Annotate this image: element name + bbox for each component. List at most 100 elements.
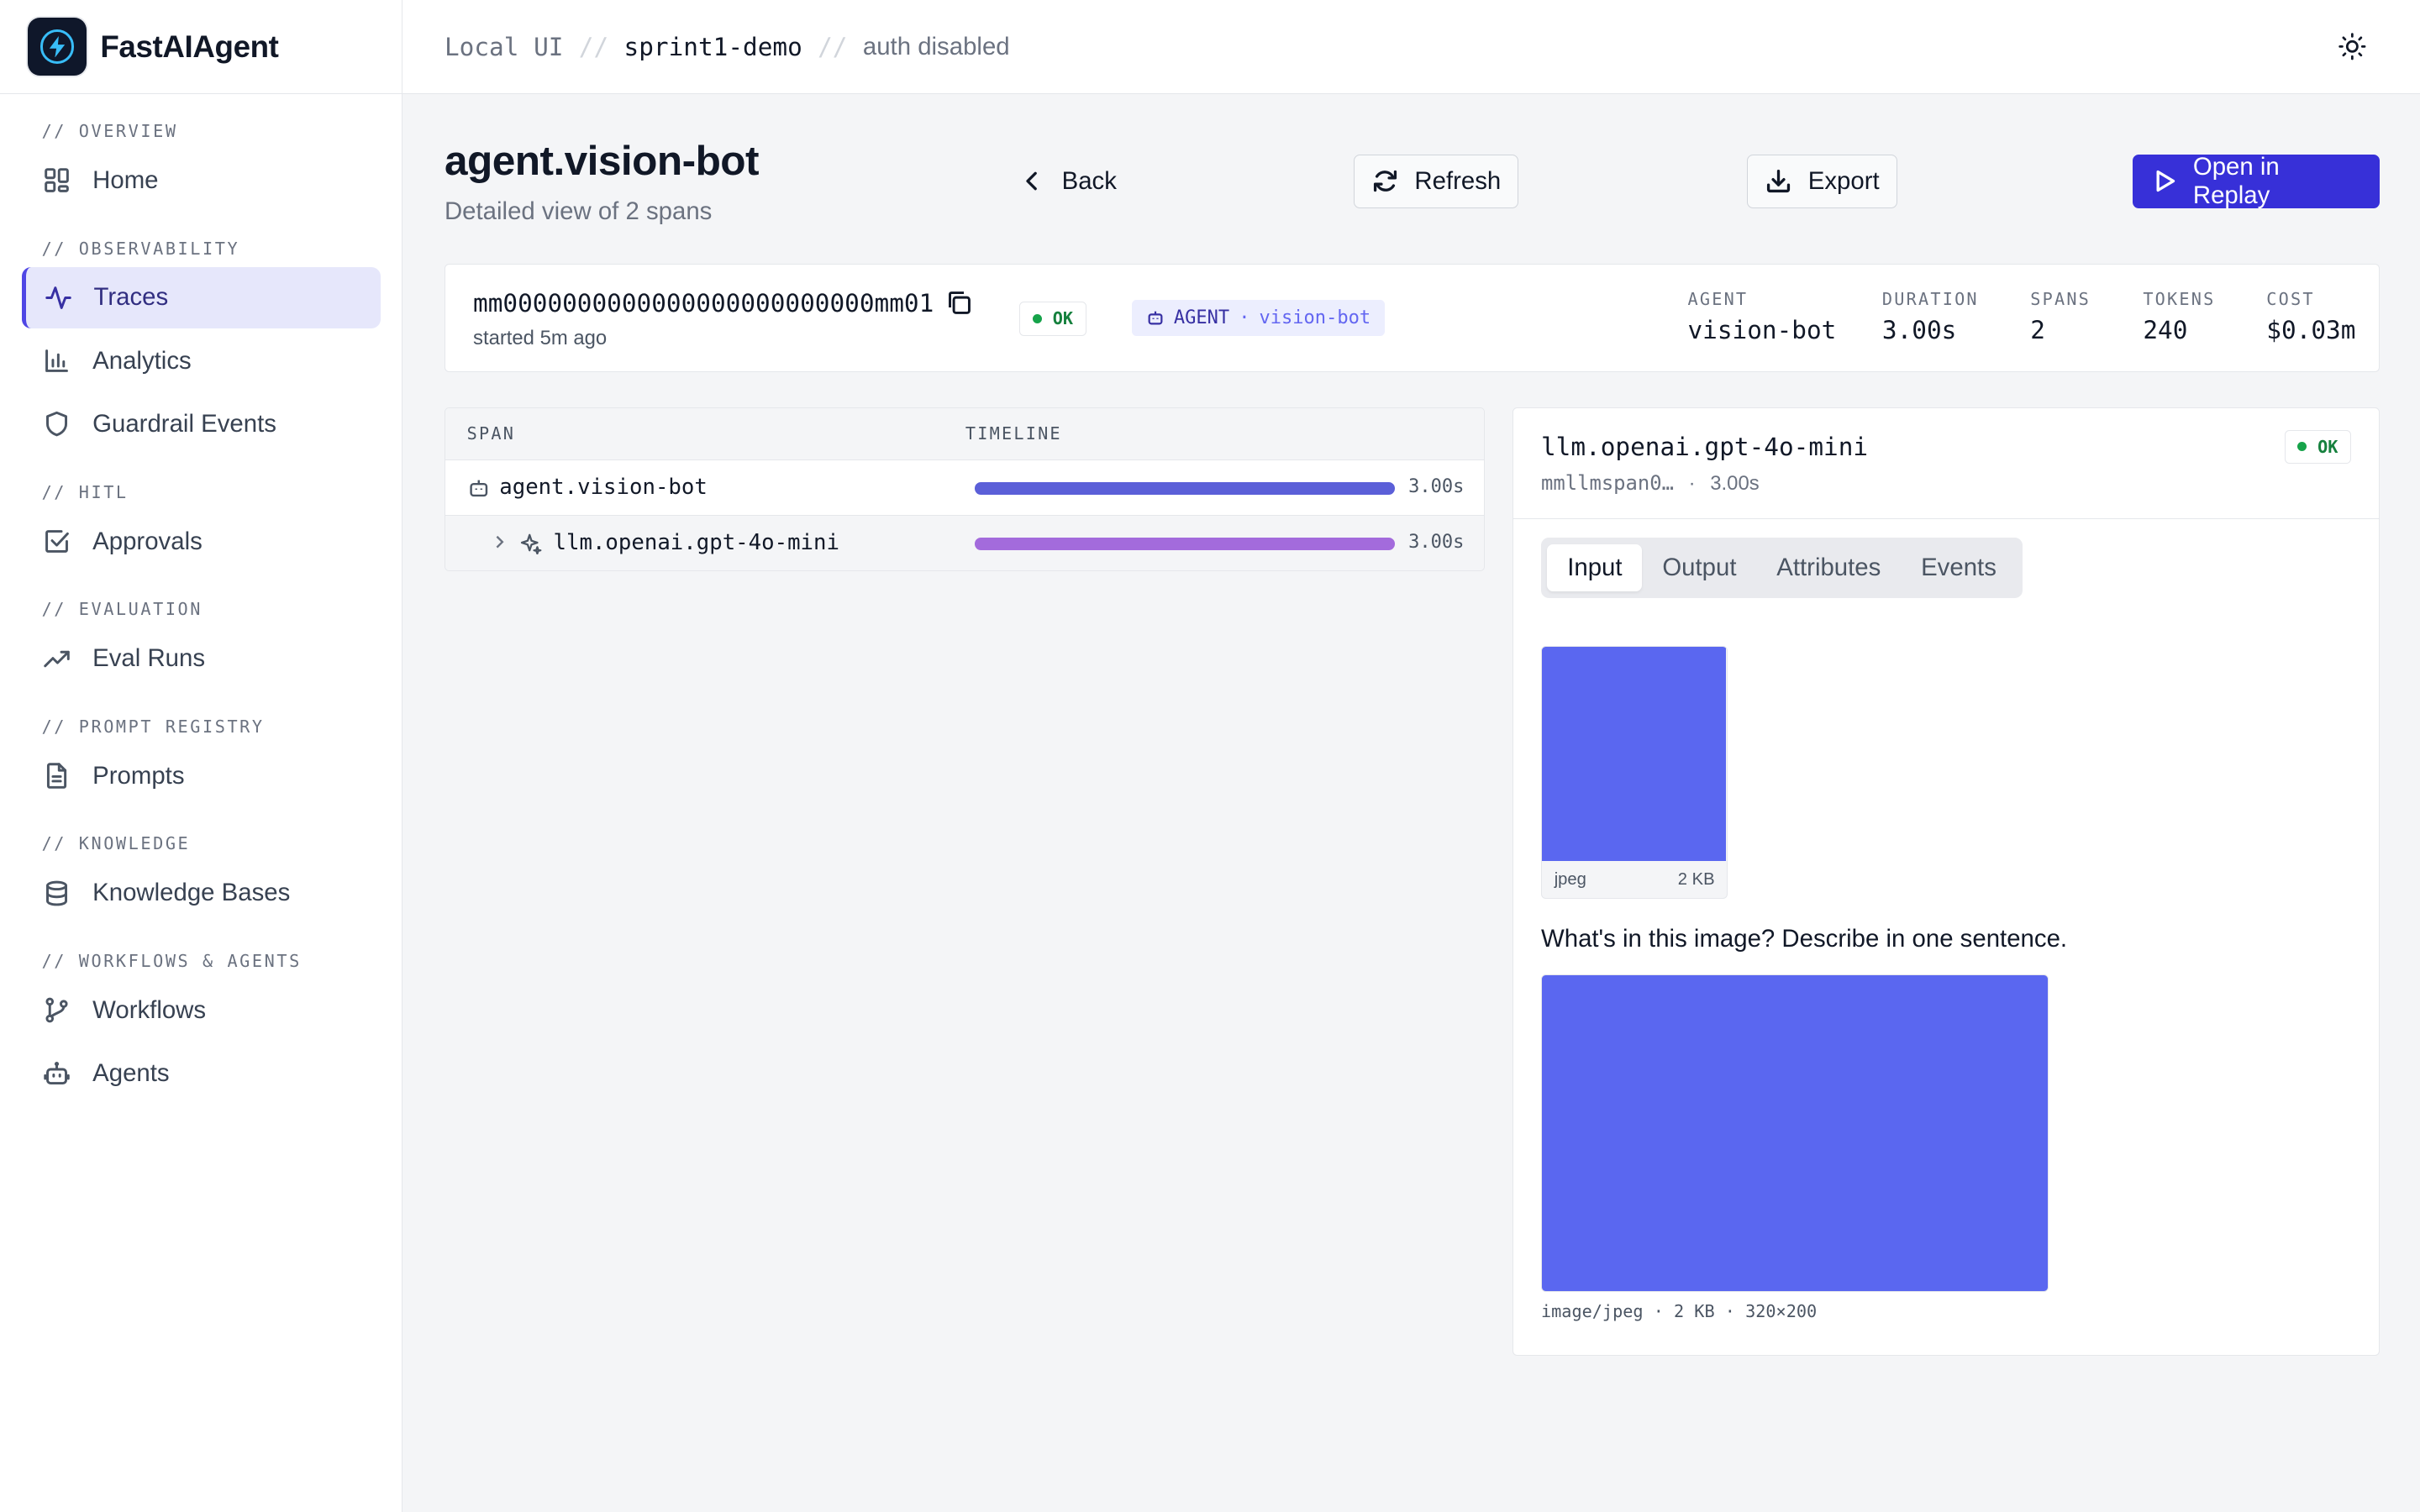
span-detail-panel: llm.openai.gpt-4o-mini mmllmspan0… · 3.0… [1512,407,2381,1357]
download-icon [1767,170,1791,193]
export-button-label: Export [1807,166,1880,195]
tab-input[interactable]: Input [1547,543,1643,592]
breadcrumb-separator: // [818,32,848,61]
span-row-agent[interactable]: agent.vision-bot 3.00s [445,460,1484,517]
column-timeline: TIMELINE [965,423,1062,444]
brand[interactable]: FastAIAgent [0,0,402,95]
sidebar-item-analytics[interactable]: Analytics [22,330,381,391]
sidebar: FastAIAgent // OVERVIEW Home // OBSERVAB… [0,0,403,1512]
sidebar-item-traces[interactable]: Traces [21,266,381,329]
topbar: Local UI // sprint1-demo // auth disable… [402,0,2420,95]
agent-kind: AGENT [1173,307,1230,328]
agent-kind-name: vision-bot [1259,307,1371,328]
sidebar-nav: // OVERVIEW Home // OBSERVABILITY Traces… [0,94,402,1105]
sidebar-item-agents[interactable]: Agents [22,1042,381,1104]
span-row-llm[interactable]: llm.openai.gpt-4o-mini 3.00s [445,516,1484,570]
span-detail-meta: mmllmspan0… · 3.00s [1541,471,1760,496]
input-image-meta: image/jpeg · 2 KB · 320×200 [1541,1301,1818,1322]
git-branch-icon [45,997,68,1023]
column-span: SPAN [466,423,516,444]
sidebar-item-label: Knowledge Bases [92,879,291,907]
sidebar-item-prompts[interactable]: Prompts [22,745,381,806]
sidebar-item-label: Home [92,165,159,194]
status-text: OK [1052,308,1074,329]
tab-events[interactable]: Events [1901,544,2017,592]
sidebar-item-knowledge-bases[interactable]: Knowledge Bases [22,863,381,924]
span-status-badge: OK [2284,429,2352,464]
sidebar-item-approvals[interactable]: Approvals [22,511,381,572]
chevron-right-icon[interactable] [492,534,507,549]
stat-label: SPANS [2030,289,2091,310]
stat-label: TOKENS [2143,289,2216,310]
sidebar-item-label: Workflows [92,995,207,1024]
bot-icon [470,480,487,496]
back-button[interactable]: Back [1002,155,1134,208]
tab-output[interactable]: Output [1642,544,1756,592]
section-label-overview: // OVERVIEW [41,121,178,142]
bot-icon [1148,312,1163,325]
meta-separator: · [1688,472,1696,496]
stat-value: $0.03m [2266,315,2356,344]
agent-kind-badge: AGENT · vision-bot [1132,300,1385,336]
trace-id: mm0000000000000000000000000mm01 [473,289,934,318]
activity-icon [45,286,71,309]
section-label-observability: // OBSERVABILITY [41,238,240,259]
breadcrumb-project[interactable]: sprint1-demo [624,33,802,61]
stat-spans: SPANS 2 [2030,289,2091,344]
sidebar-item-workflows[interactable]: Workflows [22,979,381,1041]
sidebar-item-label: Traces [93,283,169,312]
span-detail-title: llm.openai.gpt-4o-mini [1541,433,1869,462]
sidebar-item-home[interactable]: Home [22,150,381,211]
status-text: OK [2317,436,2338,457]
check-square-icon [45,530,70,553]
trending-up-icon [44,650,71,667]
trace-summary-card: mm0000000000000000000000000mm01 started … [444,264,2381,372]
stat-tokens: TOKENS 240 [2143,289,2215,344]
span-timeline-bar [974,482,1395,495]
status-badge: OK [1019,302,1086,336]
stat-label: DURATION [1881,289,1979,310]
span-name: llm.openai.gpt-4o-mini [553,529,839,555]
stat-label: COST [2266,289,2315,310]
section-label-knowledge: // KNOWLEDGE [41,833,191,854]
agent-kind-sep: · [1239,307,1250,328]
image-attachment-thumbnail[interactable]: jpeg 2 KB [1541,645,1728,899]
section-label-workflows-agents: // WORKFLOWS & AGENTS [41,951,302,972]
app-name: FastAIAgent [100,29,279,64]
section-label-prompt-registry: // PROMPT REGISTRY [41,716,265,737]
span-duration: 3.00s [1408,531,1465,553]
refresh-button-label: Refresh [1414,166,1502,195]
sidebar-item-label: Eval Runs [92,644,206,673]
sidebar-item-label: Prompts [92,761,185,790]
refresh-button[interactable]: Refresh [1353,154,1519,208]
span-id: mmllmspan0… [1541,471,1675,496]
stat-label: AGENT [1687,289,1749,310]
export-button[interactable]: Export [1747,154,1897,208]
chevron-left-icon [1026,171,1038,191]
status-dot [1032,313,1042,323]
input-image[interactable] [1541,974,2049,1293]
tab-attributes[interactable]: Attributes [1756,544,1901,592]
bar-chart-icon [45,349,69,373]
sidebar-item-eval-runs[interactable]: Eval Runs [22,627,381,689]
breadcrumb-separator: // [578,32,609,61]
database-icon [46,880,68,906]
detail-tabs: Input Output Attributes Events [1541,538,2023,598]
sidebar-item-label: Analytics [92,346,192,375]
shield-icon [46,412,68,437]
logo-icon [28,17,87,76]
span-detail-header: llm.openai.gpt-4o-mini mmllmspan0… · 3.0… [1512,408,2380,520]
copy-icon[interactable] [945,289,973,317]
span-name: agent.vision-bot [499,474,708,500]
sun-icon[interactable] [2337,31,2368,62]
breadcrumb-auth: auth disabled [862,32,1010,60]
grid-icon [45,168,70,193]
sidebar-item-guardrail-events[interactable]: Guardrail Events [22,393,381,454]
file-text-icon [47,763,67,789]
back-button-label: Back [1061,166,1117,195]
span-detail-duration: 3.00s [1710,472,1760,496]
span-tree: SPAN TIMELINE agent.vision-bot 3.00s llm… [444,407,1485,571]
stat-value: 3.00s [1881,315,1957,344]
refresh-icon [1373,171,1397,192]
open-in-replay-button[interactable]: Open in Replay [2133,153,2381,209]
